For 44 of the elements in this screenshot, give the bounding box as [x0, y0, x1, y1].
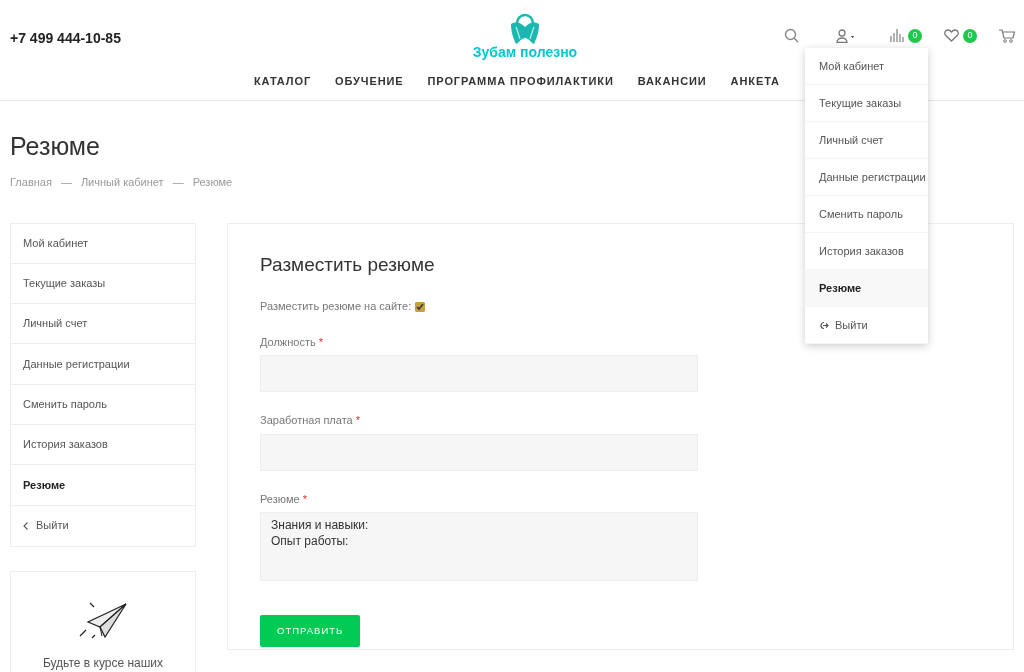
breadcrumb-current: Резюме	[192, 175, 233, 190]
field-label: Должность *	[260, 334, 325, 350]
checkbox-label: Разместить резюме на сайте:	[260, 299, 412, 315]
sidebar-item[interactable]: Текущие заказы	[11, 263, 195, 305]
sidebar-item[interactable]: Личный счет	[11, 304, 195, 345]
sidebar-item[interactable]: Мой кабинет	[11, 223, 195, 264]
page-title: Резюме	[10, 131, 100, 161]
sidebar-item[interactable]: Резюме	[11, 465, 195, 506]
field-label: Заработная плата *	[260, 413, 362, 429]
sidebar-item[interactable]: История заказов	[11, 425, 195, 466]
resume-textarea[interactable]: Знания и навыки: Опыт работы:	[260, 512, 698, 582]
nav-link[interactable]: АНКЕТА	[730, 73, 780, 90]
menu-item[interactable]: Сменить пароль	[805, 196, 928, 233]
breadcrumb-separator: —	[172, 175, 184, 190]
menu-item[interactable]: Данные регистрации	[805, 159, 928, 196]
user-icon[interactable]	[836, 28, 856, 43]
breadcrumb-separator: —	[60, 175, 72, 190]
count-badge: 0	[908, 28, 922, 43]
menu-item[interactable]: Мой кабинет	[805, 48, 928, 85]
search-icon[interactable]	[784, 28, 799, 43]
cart-icon[interactable]	[999, 28, 1015, 43]
chart-icon[interactable]	[890, 29, 904, 42]
publish-checkbox[interactable]	[415, 301, 426, 312]
nav-link[interactable]: ВАКАНСИИ	[637, 73, 707, 90]
field-label: Резюме *	[260, 491, 308, 507]
menu-item[interactable]: Выйти	[805, 307, 928, 344]
menu-item[interactable]: Текущие заказы	[805, 85, 928, 122]
sidebar-item[interactable]: Данные регистрации	[11, 344, 195, 385]
heart-icon[interactable]	[944, 29, 959, 42]
count-badge: 0	[963, 28, 977, 43]
logout-icon	[819, 320, 829, 330]
sidebar-item[interactable]: Сменить пароль	[11, 384, 195, 425]
menu-item[interactable]: Личный счет	[805, 122, 928, 159]
logo-text: Зубам полезно	[472, 45, 578, 59]
nav-link[interactable]: ОБУЧЕНИЕ	[335, 73, 404, 90]
menu-item[interactable]: Резюме	[805, 270, 928, 307]
tooth-logo-icon	[508, 12, 542, 45]
nav-link[interactable]: КАТАЛОГ	[254, 73, 312, 90]
sidebar-item[interactable]: Выйти	[11, 505, 195, 546]
nav-link[interactable]: ПРОГРАММА ПРОФИЛАКТИКИ	[427, 73, 614, 90]
form-title: Разместить резюме	[260, 253, 436, 277]
back-chevron-icon	[23, 521, 28, 530]
phone-number: +7 499 444-10-85	[10, 29, 122, 48]
newsletter-text: Будьте в курсе наших	[42, 654, 164, 672]
